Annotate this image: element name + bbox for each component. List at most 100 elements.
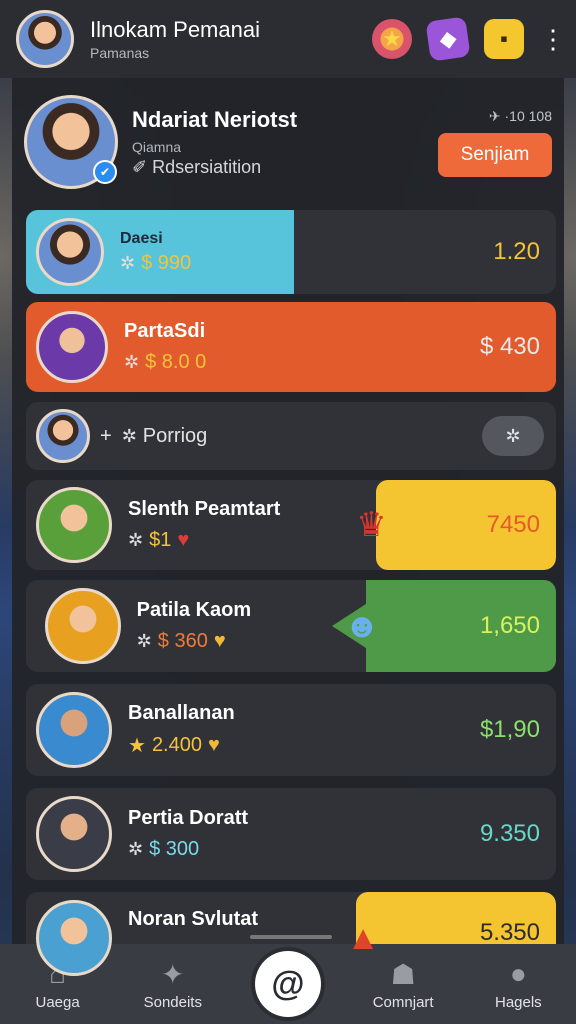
nav-label: Comnjart bbox=[372, 993, 434, 1011]
mascot-icon: ☻ bbox=[344, 606, 380, 645]
cube-icon[interactable]: ▪ bbox=[484, 19, 524, 59]
row-sub: ✲ $ 360 ♥ bbox=[137, 630, 444, 653]
list-item[interactable]: Pertia Doratt ✲ $ 300 9.350 bbox=[26, 788, 556, 880]
gear-icon: ✲ bbox=[124, 352, 140, 372]
row-name: Noran Svlutat bbox=[128, 908, 259, 930]
row-sub: ✲ Porriog bbox=[122, 425, 482, 448]
row-avatar bbox=[36, 409, 90, 463]
user-avatar[interactable] bbox=[16, 10, 74, 68]
row-text: ✲ Porriog bbox=[122, 425, 482, 448]
profile-name: Ndariat Neriotst bbox=[132, 106, 298, 132]
dice-icon[interactable]: ◆ bbox=[425, 16, 471, 62]
nav-label: Sondeits bbox=[143, 993, 202, 1011]
row-text: Pertia Doratt ✲ $ 300 bbox=[128, 807, 480, 861]
profile-status: ✐ Rdsersiatition bbox=[132, 156, 262, 177]
trophy-icon: ♛ bbox=[356, 506, 387, 544]
rocket-icon: ▲ bbox=[346, 918, 380, 957]
row-avatar bbox=[36, 692, 112, 768]
row-sub: ✲ $ 990 bbox=[120, 252, 493, 275]
bird-icon: ✦ bbox=[161, 958, 185, 990]
list-item[interactable]: + ✲ Porriog ✲ bbox=[26, 402, 556, 470]
row-value: 7450 bbox=[486, 511, 540, 538]
profile-role: Qiamna bbox=[132, 138, 182, 155]
header-titles: Ilnokam Pemanai Pamanas bbox=[90, 17, 372, 61]
row-sub: ★ 2.400 ♥ bbox=[128, 733, 480, 758]
profile-icon: ● bbox=[509, 957, 527, 989]
row-value: 1,650 bbox=[479, 612, 540, 639]
plus-icon: + bbox=[100, 424, 112, 447]
gear-icon: ✲ bbox=[136, 631, 152, 651]
row-avatar bbox=[44, 588, 121, 664]
row-sub-number: 300 bbox=[165, 838, 200, 860]
candy-icon[interactable]: ★ bbox=[372, 19, 412, 59]
row-sub-number: 990 bbox=[157, 251, 192, 274]
list-item[interactable]: Daesi ✲ $ 990 1.20 bbox=[26, 210, 556, 294]
row-sub-number: 1 bbox=[160, 529, 172, 551]
row-name: Patila Kaom bbox=[136, 599, 252, 621]
row-avatar bbox=[36, 796, 112, 872]
row-avatar bbox=[36, 311, 108, 383]
row-text: PartaSdi ✲ $ 8.0 0 bbox=[124, 320, 480, 374]
heart-gold-icon: ♥ bbox=[208, 734, 220, 756]
profile-meta: ✈ ·10 108 bbox=[488, 107, 552, 124]
join-button[interactable]: Senjiam bbox=[438, 132, 552, 177]
swirl-icon[interactable]: @ bbox=[254, 951, 321, 1017]
row-value: 1.20 bbox=[493, 238, 540, 265]
row-name: Banallanan bbox=[128, 702, 235, 724]
more-menu-icon[interactable]: ⋮ bbox=[540, 24, 566, 55]
verified-badge-icon: ✔ bbox=[93, 160, 117, 184]
row-sub-value: $ 300 bbox=[149, 838, 200, 860]
top-icons: ★ ◆ ▪ ⋮ bbox=[372, 16, 566, 62]
nav-item-comnjart[interactable]: ☗ Comnjart bbox=[353, 958, 453, 1011]
row-value: $1,90 bbox=[479, 716, 540, 743]
star-icon: ★ bbox=[128, 735, 146, 757]
row-avatar bbox=[36, 218, 104, 286]
top-bar: Ilnokam Pemanai Pamanas ★ ◆ ▪ ⋮ bbox=[0, 0, 576, 78]
nav-item-hagels[interactable]: ● Hagels bbox=[468, 958, 568, 1011]
heart-icon: ♥ bbox=[177, 529, 190, 551]
row-name: Daesi bbox=[120, 229, 163, 247]
row-text: Patila Kaom ✲ $ 360 ♥ bbox=[137, 599, 444, 653]
row-name: Slenth Peamtart bbox=[128, 498, 281, 520]
row-value: 5.350 bbox=[479, 919, 540, 946]
profile-card: ✔ Ndariat Neriotst Qiamna ✐ Rdsersiatiti… bbox=[12, 88, 564, 196]
row-sub-number: 8.0 0 bbox=[161, 351, 207, 373]
row-sub-value: $1 bbox=[149, 529, 172, 551]
heart-gold-icon: ♥ bbox=[213, 630, 226, 652]
nav-item-center[interactable]: @ bbox=[238, 951, 338, 1017]
row-sub-value: 2.400 bbox=[151, 734, 202, 756]
nav-item-sondeits[interactable]: ✦ Sondeits bbox=[123, 958, 223, 1011]
row-text: Banallanan ★ 2.400 ♥ bbox=[128, 702, 480, 758]
pending-button[interactable]: ✲ bbox=[482, 416, 544, 456]
nav-label: Hagels bbox=[494, 993, 542, 1011]
row-name: PartaSdi bbox=[124, 320, 206, 342]
gear-icon: ✲ bbox=[121, 425, 137, 446]
gear-icon: ✲ bbox=[128, 839, 144, 859]
header-title: Ilnokam Pemanai bbox=[90, 17, 260, 42]
row-sub-number: 360 bbox=[174, 630, 208, 652]
row-value: $ 430 bbox=[479, 333, 540, 360]
row-avatar bbox=[36, 487, 112, 563]
profile-actions: ✈ ·10 108 Senjiam bbox=[438, 108, 552, 177]
profile-avatar[interactable]: ✔ bbox=[24, 95, 118, 189]
row-avatar bbox=[36, 900, 112, 976]
row-sub-value: $ 8.0 0 bbox=[145, 351, 207, 373]
profile-info: Ndariat Neriotst Qiamna ✐ Rdsersiatition bbox=[132, 107, 438, 178]
list-item[interactable]: PartaSdi ✲ $ 8.0 0 $ 430 bbox=[26, 302, 556, 392]
row-name: Pertia Doratt bbox=[128, 807, 249, 829]
list-item[interactable]: ‹ Patila Kaom ✲ $ 360 ♥ ☻ 1,650 bbox=[26, 580, 556, 672]
nav-label: Uaega bbox=[35, 993, 80, 1011]
row-text: Daesi ✲ $ 990 bbox=[120, 230, 493, 275]
scroll-indicator bbox=[250, 935, 332, 939]
header-subtitle: Pamanas bbox=[90, 45, 150, 61]
row-sub-value: $ 990 bbox=[141, 251, 192, 274]
row-sub: ✲ $ 300 bbox=[128, 838, 480, 861]
gear-icon: ✲ bbox=[120, 252, 136, 273]
list-item[interactable]: Banallanan ★ 2.400 ♥ $1,90 bbox=[26, 684, 556, 776]
character-icon: ☗ bbox=[390, 958, 416, 990]
row-value: 9.350 bbox=[479, 820, 540, 847]
list-item[interactable]: Slenth Peamtart ✲ $1 ♥ ♛ 7450 bbox=[26, 480, 556, 570]
row-sub: ✲ $1 ♥ bbox=[128, 529, 456, 552]
row-sub-value: $ 360 bbox=[157, 630, 208, 652]
row-text: Slenth Peamtart ✲ $1 ♥ bbox=[128, 498, 456, 552]
